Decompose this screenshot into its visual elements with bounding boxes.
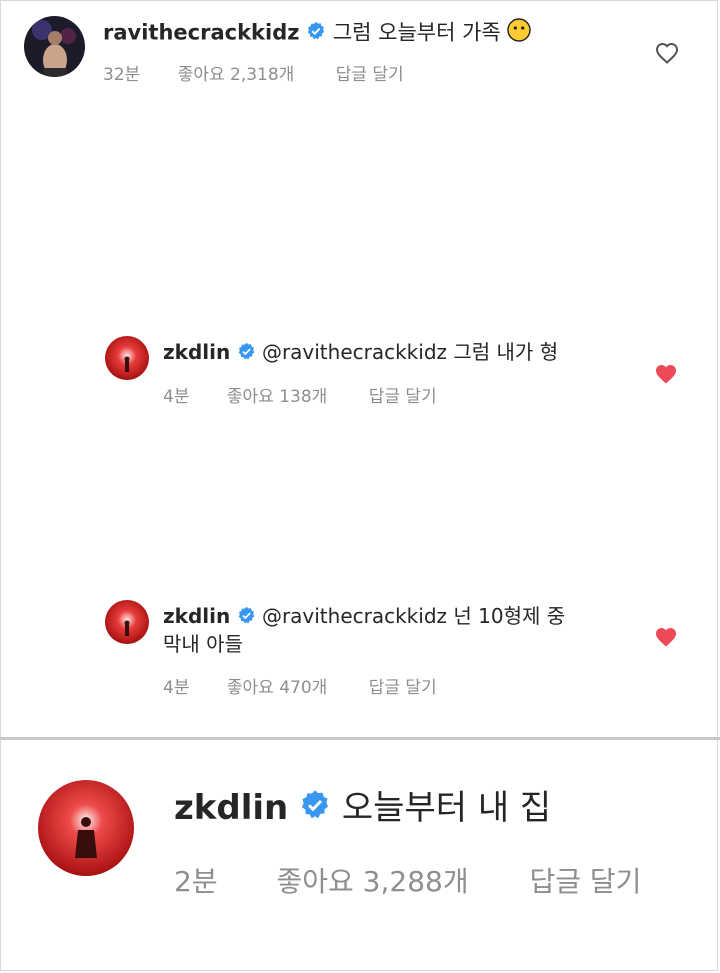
- comment-username[interactable]: ravithecrackkidz: [103, 21, 299, 45]
- comment-time: 32분: [103, 65, 141, 85]
- comment-meta: 4분 좋아요 138개 답글 달기: [163, 382, 437, 407]
- avatar-image: [38, 780, 134, 876]
- comment-time: 2분: [174, 865, 218, 898]
- avatar[interactable]: [38, 780, 134, 876]
- verified-badge-icon: [299, 788, 331, 832]
- reply-button[interactable]: 답글 달기: [530, 860, 642, 900]
- comment-time: 4분: [163, 678, 190, 698]
- like-heart-filled-icon[interactable]: [654, 363, 678, 389]
- verified-badge-icon: [306, 20, 326, 48]
- comment-likes[interactable]: 좋아요 138개: [227, 382, 327, 407]
- comment-meta: 2분 좋아요 3,288개 답글 달기: [174, 860, 641, 900]
- comment-likes[interactable]: 좋아요 3,288개: [276, 860, 468, 900]
- reply-button[interactable]: 답글 달기: [369, 673, 437, 698]
- comment-line: zkdlin 오늘부터 내 집: [174, 786, 551, 832]
- comments-panel-top: ravithecrackkidz 그럼 오늘부터 가족 32분 좋아요 2,31…: [0, 0, 720, 738]
- reply-button[interactable]: 답글 달기: [369, 382, 437, 407]
- like-heart-filled-icon[interactable]: [654, 626, 678, 652]
- like-heart-outline-icon[interactable]: [655, 42, 679, 68]
- comment-username[interactable]: zkdlin: [174, 788, 288, 828]
- comment-text: 오늘부터 내 집: [341, 788, 552, 828]
- comment-username[interactable]: zkdlin: [163, 604, 230, 628]
- avatar[interactable]: [24, 16, 85, 77]
- comment-text-continued: 막내 아들: [163, 632, 243, 656]
- avatar-image: [105, 336, 149, 380]
- comment-username[interactable]: zkdlin: [163, 340, 230, 364]
- comment-line: zkdlin @ravithecrackkidz 넌 10형제 중: [163, 602, 565, 632]
- neutral-face-emoji-icon: [507, 18, 532, 49]
- comment-meta: 32분 좋아요 2,318개 답글 달기: [103, 60, 404, 85]
- verified-badge-icon: [237, 604, 256, 632]
- avatar-image: [24, 16, 85, 77]
- comment-meta: 4분 좋아요 470개 답글 달기: [163, 673, 437, 698]
- verified-badge-icon: [237, 340, 256, 368]
- comment-line: ravithecrackkidz 그럼 오늘부터 가족: [103, 18, 532, 49]
- comment-zoom-panel: zkdlin 오늘부터 내 집 2분 좋아요 3,288개 답글 달기: [0, 740, 720, 973]
- reply-button[interactable]: 답글 달기: [336, 60, 404, 85]
- comment-line: zkdlin @ravithecrackkidz 그럼 내가 형: [163, 338, 558, 368]
- comment-likes[interactable]: 좋아요 470개: [227, 673, 327, 698]
- comment-text: @ravithecrackkidz 그럼 내가 형: [261, 340, 559, 364]
- avatar-image: [105, 600, 149, 644]
- comment-likes[interactable]: 좋아요 2,318개: [178, 60, 295, 85]
- avatar[interactable]: [105, 600, 149, 644]
- comment-text: 그럼 오늘부터 가족: [332, 20, 501, 45]
- comment-time: 4분: [163, 387, 190, 407]
- avatar[interactable]: [105, 336, 149, 380]
- comment-text: @ravithecrackkidz 넌 10형제 중: [261, 604, 566, 628]
